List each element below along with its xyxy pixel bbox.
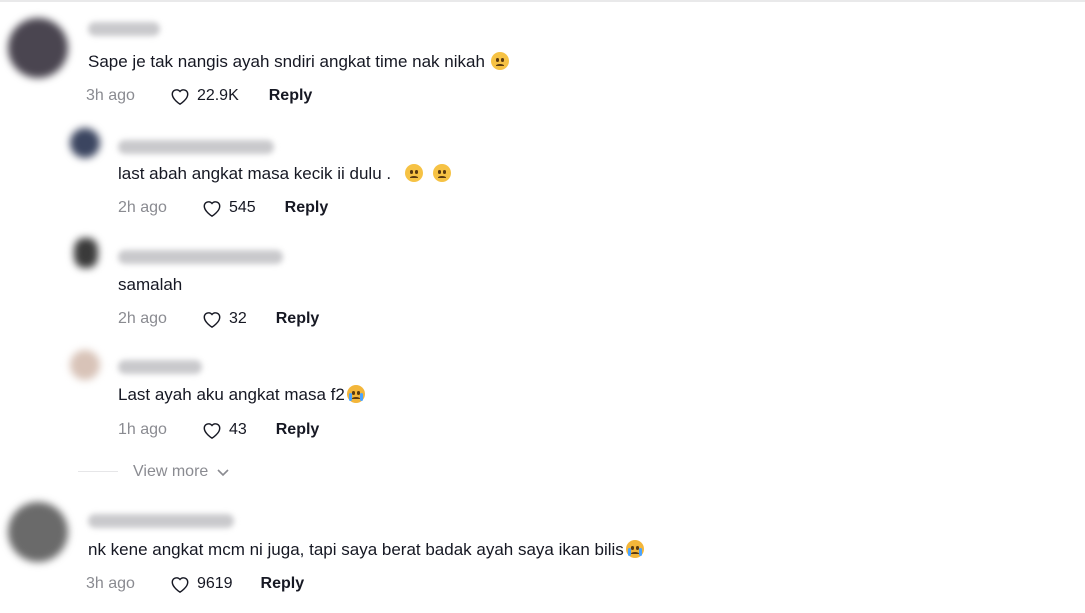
username-blurred[interactable] [88,22,160,36]
avatar[interactable] [74,238,98,268]
heart-icon [171,89,189,106]
heart-icon [171,577,189,594]
pensive-face-icon [433,164,452,182]
comment-text-content: nk kene angkat mcm ni juga, tapi saya be… [88,540,624,559]
reply-button[interactable]: Reply [285,199,329,217]
comment-meta: 1h ago 43 Reply [118,420,319,440]
pleading-face-icon [490,52,509,70]
avatar[interactable] [8,18,68,78]
comment-text-content: Sape je tak nangis ayah sndiri angkat ti… [88,52,485,71]
pleading-face-icon [405,164,424,182]
comment-time: 3h ago [86,87,135,104]
view-more-divider [78,471,118,472]
comment-meta: 2h ago 32 Reply [118,309,319,329]
reply-button[interactable]: Reply [269,87,313,105]
heart-icon [203,312,221,329]
username-blurred[interactable] [88,514,234,528]
comment-time: 2h ago [118,310,167,327]
username-blurred[interactable] [118,140,274,154]
like-count: 9619 [196,575,233,592]
like-count: 545 [228,199,256,216]
comment-text-content: Last ayah aku angkat masa f2 [118,385,345,404]
avatar[interactable] [70,128,100,158]
username-blurred[interactable] [118,360,202,374]
comment-text-content: samalah [118,275,183,294]
comment-text: Sape je tak nangis ayah sndiri angkat ti… [88,52,509,72]
like-button[interactable]: 22.9K [169,86,239,106]
like-count: 22.9K [196,87,239,104]
like-count: 32 [228,310,247,327]
comment-time: 2h ago [118,199,167,216]
avatar[interactable] [70,350,100,380]
like-button[interactable]: 9619 [169,574,233,594]
comment-time: 3h ago [86,575,135,592]
heart-icon [203,201,221,218]
heart-icon [203,423,221,440]
loudly-crying-face-icon [625,540,644,558]
comment-text: nk kene angkat mcm ni juga, tapi saya be… [88,540,644,560]
view-more-label: View more [133,463,209,480]
loudly-crying-face-icon [346,385,365,403]
comment-text-content: last abah angkat masa kecik ii dulu . [118,164,392,183]
like-count: 43 [228,421,247,438]
comment-time: 1h ago [118,421,167,438]
comment-meta: 2h ago 545 Reply [118,198,328,218]
username-blurred[interactable] [118,250,283,264]
comment-text: last abah angkat masa kecik ii dulu . [118,164,452,184]
like-button[interactable]: 32 [201,309,247,329]
top-divider [0,0,1085,2]
like-button[interactable]: 43 [201,420,247,440]
reply-button[interactable]: Reply [276,421,320,439]
comment-text: Last ayah aku angkat masa f2 [118,385,365,405]
chevron-down-icon [217,469,229,477]
comment-meta: 3h ago 22.9K Reply [86,86,312,106]
reply-button[interactable]: Reply [276,310,320,328]
comment-text: samalah [118,275,182,295]
comment-meta: 3h ago 9619 Reply [86,574,304,594]
reply-button[interactable]: Reply [261,575,305,593]
view-more-button[interactable]: View more [133,463,230,481]
avatar[interactable] [8,502,68,562]
like-button[interactable]: 545 [201,198,256,218]
